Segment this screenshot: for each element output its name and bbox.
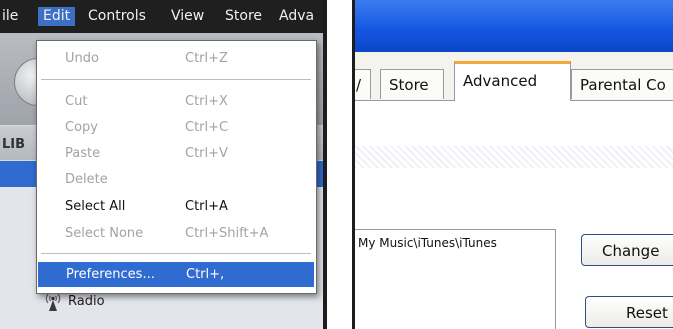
itunes-window: ile Edit Controls View Store Adva LIB Ra… <box>0 0 327 329</box>
folder-location-text: My Music\iTunes\iTunes <box>358 236 497 250</box>
menu-edit[interactable]: Edit <box>38 7 76 26</box>
menu-separator <box>41 79 311 80</box>
menu-item-select-all[interactable]: Select All Ctrl+A <box>37 194 316 219</box>
preferences-dialog: / Store Advanced Parental Co My Music\iT… <box>352 0 673 329</box>
menu-item-delete[interactable]: Delete <box>37 167 316 192</box>
tab-advanced[interactable]: Advanced <box>454 61 571 101</box>
tab-parental[interactable]: Parental Co <box>571 69 673 99</box>
source-item-label: Radio <box>68 293 105 309</box>
menu-item-select-none[interactable]: Select None Ctrl+Shift+A <box>37 221 316 246</box>
menu-bar: ile Edit Controls View Store Adva <box>0 0 323 33</box>
menu-item-paste[interactable]: Paste Ctrl+V <box>37 141 316 166</box>
reset-button[interactable]: Reset <box>585 296 673 328</box>
menu-controls[interactable]: Controls <box>88 8 146 24</box>
edit-menu-dropdown: Undo Ctrl+Z Cut Ctrl+X Copy Ctrl+C Paste Ctr… <box>36 40 317 294</box>
menu-item-copy[interactable]: Copy Ctrl+C <box>37 115 316 140</box>
menu-store[interactable]: Store <box>225 8 262 24</box>
menu-view[interactable]: View <box>171 8 204 24</box>
tab-partial[interactable]: / <box>355 69 371 99</box>
menu-advanced[interactable]: Adva <box>279 8 314 24</box>
library-label: LIB <box>2 137 26 152</box>
dialog-titlebar[interactable] <box>355 0 673 52</box>
section-divider <box>355 146 673 168</box>
menu-item-cut[interactable]: Cut Ctrl+X <box>37 89 316 114</box>
menu-separator <box>41 253 311 254</box>
change-button[interactable]: Change <box>581 234 673 266</box>
menu-file[interactable]: ile <box>2 8 18 24</box>
menu-item-undo[interactable]: Undo Ctrl+Z <box>37 46 316 71</box>
tab-store[interactable]: Store <box>380 69 444 99</box>
menu-item-preferences[interactable]: Preferences... Ctrl+, <box>38 262 314 287</box>
